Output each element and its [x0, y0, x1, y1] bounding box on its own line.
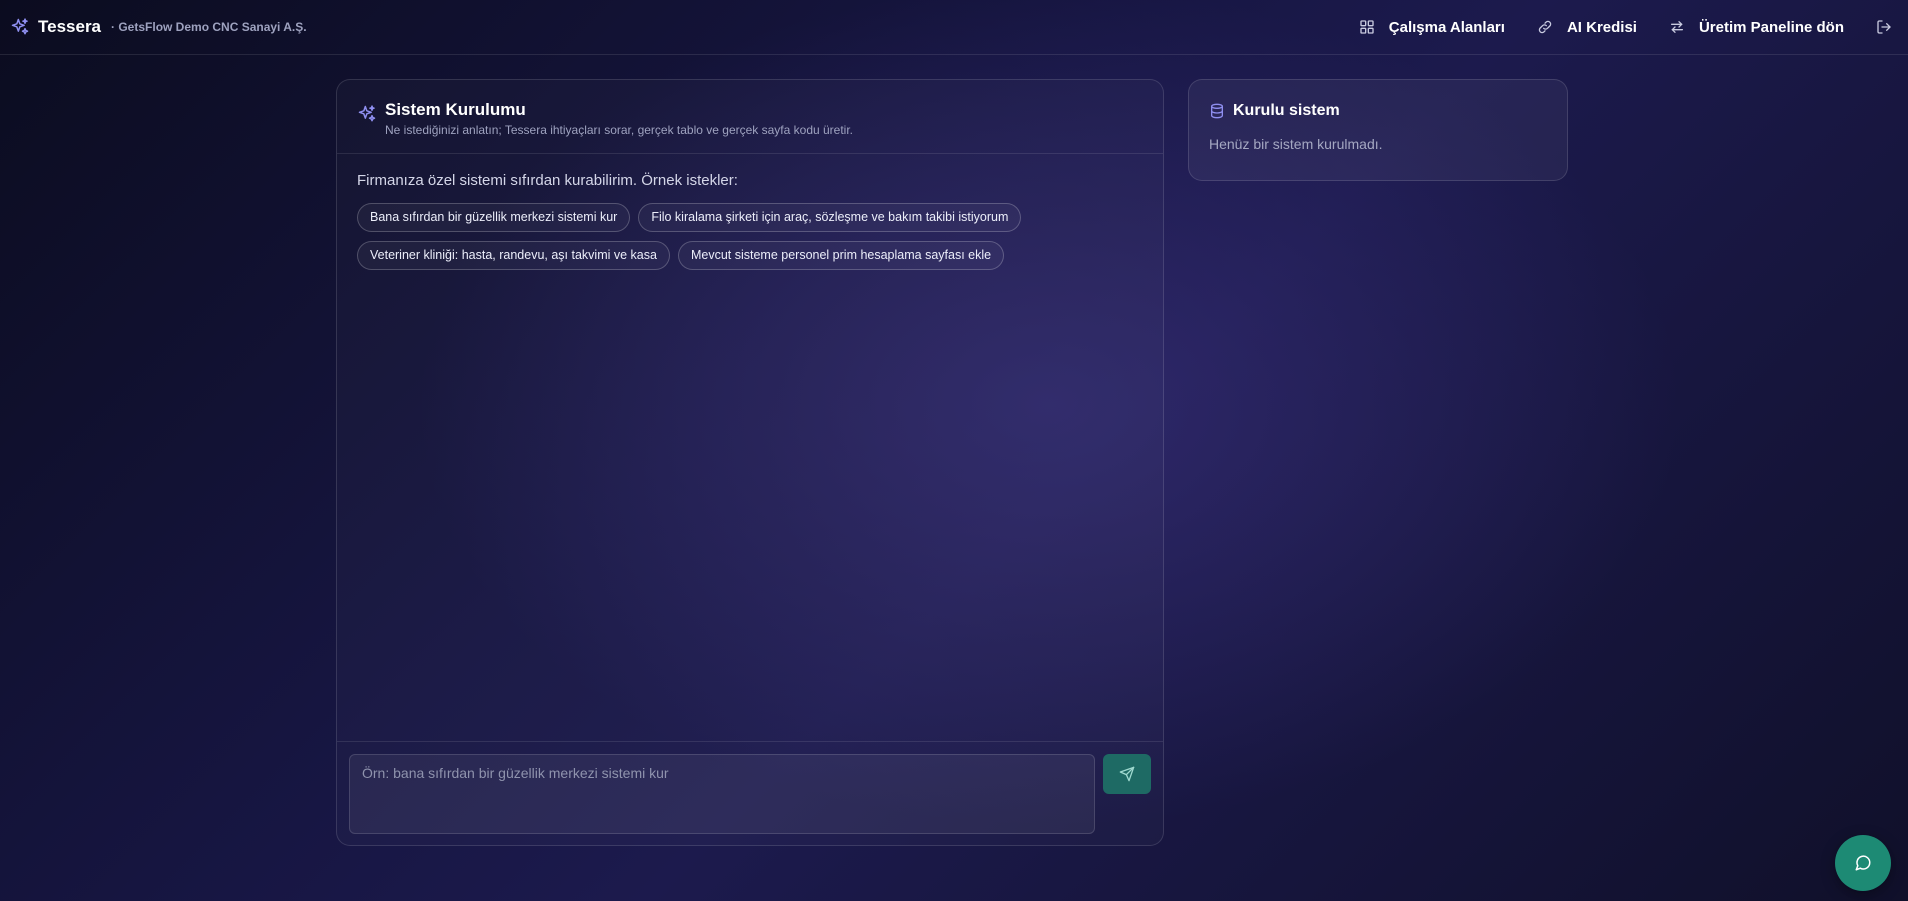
sparkles-icon — [357, 104, 377, 124]
top-bar: Tessera · GetsFlow Demo CNC Sanayi A.Ş. … — [0, 0, 1908, 55]
chat-fab-button[interactable] — [1835, 835, 1891, 891]
example-prompt-chip[interactable]: Mevcut sisteme personel prim hesaplama s… — [677, 241, 1005, 270]
grid-icon — [1359, 19, 1375, 35]
installed-system-panel: Kurulu sistem Henüz bir sistem kurulmadı… — [1188, 79, 1568, 181]
send-icon — [1119, 766, 1135, 782]
top-nav: Çalışma Alanları AI Kredisi Üretim Panel… — [1359, 19, 1898, 36]
system-setup-panel: Sistem Kurulumu Ne istediğinizi anlatın;… — [336, 79, 1164, 846]
example-prompt-chip[interactable]: Filo kiralama şirketi için araç, sözleşm… — [638, 203, 1022, 232]
nav-back-to-production[interactable]: Üretim Paneline dön — [1669, 19, 1844, 36]
logout-icon — [1876, 19, 1892, 35]
installed-system-empty: Henüz bir sistem kurulmadı. — [1209, 136, 1383, 152]
example-prompt-chip[interactable]: Bana sıfırdan bir güzellik merkezi siste… — [357, 203, 631, 232]
logout-button[interactable] — [1876, 19, 1892, 35]
installed-system-title: Kurulu sistem — [1233, 102, 1340, 119]
sparkles-icon — [10, 17, 30, 37]
brand[interactable]: Tessera · GetsFlow Demo CNC Sanayi A.Ş. — [10, 17, 307, 37]
message-input[interactable] — [349, 754, 1095, 834]
page-subtitle: Ne istediğinizi anlatın; Tessera ihtiyaç… — [385, 123, 854, 137]
send-button[interactable] — [1103, 754, 1151, 794]
example-prompts: Bana sıfırdan bir güzellik merkezi siste… — [357, 203, 1077, 270]
message-circle-icon — [1854, 854, 1872, 872]
chat-area: Firmanıza özel sistemi sıfırdan kurabili… — [337, 154, 1163, 745]
brand-company: · GetsFlow Demo CNC Sanayi A.Ş. — [111, 20, 307, 34]
database-icon — [1209, 103, 1225, 119]
installed-system-header: Kurulu sistem — [1209, 102, 1547, 120]
nav-workspaces-label: Çalışma Alanları — [1388, 18, 1505, 36]
nav-back-to-production-label: Üretim Paneline dön — [1698, 18, 1844, 36]
message-composer — [337, 741, 1163, 845]
panel-header: Sistem Kurulumu Ne istediğinizi anlatın;… — [337, 80, 1163, 154]
swap-arrows-icon — [1669, 19, 1685, 35]
link-icon — [1537, 19, 1553, 35]
page-title: Sistem Kurulumu — [385, 100, 526, 119]
example-prompt-chip[interactable]: Veteriner kliniği: hasta, randevu, aşı t… — [357, 241, 670, 270]
brand-name: Tessera — [38, 17, 102, 36]
nav-workspaces[interactable]: Çalışma Alanları — [1359, 19, 1505, 36]
intro-text: Firmanıza özel sistemi sıfırdan kurabili… — [357, 172, 738, 189]
nav-ai-credit-label: AI Kredisi — [1566, 18, 1637, 36]
nav-ai-credit[interactable]: AI Kredisi — [1537, 19, 1637, 36]
